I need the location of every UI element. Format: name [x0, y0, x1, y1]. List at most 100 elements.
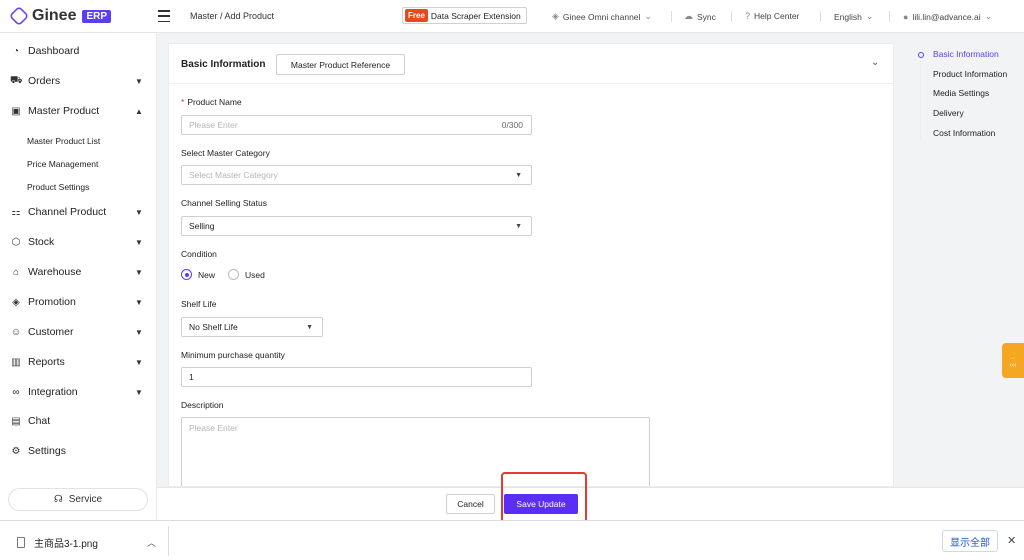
min-qty-label: Minimum purchase quantity [181, 350, 285, 360]
tag-icon: ◈ [12, 296, 20, 308]
download-item[interactable]: 主商品3-1.png [17, 535, 98, 550]
card-header: Basic Information Master Product Referen… [169, 44, 893, 84]
anchor-line [920, 60, 921, 140]
anchor-cost-information[interactable]: Cost Information [933, 128, 995, 138]
min-qty-value: 1 [189, 372, 194, 382]
sidebar-item-warehouse[interactable]: ⌂ Warehouse ▼ [0, 261, 157, 283]
help-center-label: Help Center [754, 11, 800, 21]
chevron-down-icon: ⌄ [865, 11, 874, 21]
sidebar-item-promotion[interactable]: ◈ Promotion ▼ [0, 291, 157, 313]
condition-label: Condition [181, 249, 217, 259]
anchor-delivery[interactable]: Delivery [933, 108, 964, 118]
ginee-logo-icon [8, 5, 30, 27]
chevron-down-icon: ▼ [135, 76, 143, 86]
chevron-down-icon: ▼ [135, 237, 143, 247]
service-button[interactable]: ☊ Service [8, 488, 148, 511]
gear-icon: ⚙ [11, 445, 21, 457]
shelf-life-select[interactable]: No Shelf Life ▼ [181, 317, 323, 337]
anchor-media-settings[interactable]: Media Settings [933, 88, 989, 98]
menu-toggle-icon[interactable] [158, 10, 170, 22]
language-label: English [834, 11, 862, 22]
show-all-button[interactable]: 显示全部 [942, 530, 998, 552]
product-name-input[interactable]: Please Enter 0/300 [181, 115, 532, 135]
logo-badge: ERP [82, 9, 112, 23]
master-category-select[interactable]: Select Master Category ▼ [181, 165, 532, 185]
cart-icon: ⛟ [10, 74, 23, 86]
character-counter: 0/300 [501, 120, 523, 130]
condition-radio-new[interactable]: New [181, 269, 215, 280]
user-icon: ● [903, 11, 909, 22]
sidebar-item-channel-product[interactable]: ⚏ Channel Product ▼ [0, 201, 157, 223]
sidebar-item-stock[interactable]: ⬡ Stock ▼ [0, 231, 157, 253]
chevron-up-icon[interactable]: ︿ [147, 536, 156, 549]
expand-arrows-icon: ‹‹‹ [1009, 362, 1017, 369]
language-dropdown[interactable]: English ⌄ [834, 11, 873, 22]
help-center-link[interactable]: ? Help Center [745, 11, 799, 21]
product-name-placeholder: Please Enter [189, 120, 238, 130]
logo[interactable]: Ginee ERP [8, 5, 112, 27]
diamond-icon: ◈ [552, 11, 559, 21]
user-menu[interactable]: ● lili.lin@advance.ai ⌄ [903, 11, 992, 22]
master-category-label: Select Master Category [181, 148, 270, 158]
anchor-basic-information[interactable]: Basic Information [933, 49, 999, 59]
chat-icon: ▤ [11, 415, 21, 427]
shelf-life-label: Shelf Life [181, 299, 217, 309]
sidebar-item-dashboard[interactable]: ◔ Dashboard [0, 40, 157, 62]
basic-information-card: Basic Information Master Product Referen… [168, 43, 894, 487]
chevron-up-icon: ▲ [135, 106, 143, 116]
radio-unselected-icon [228, 269, 239, 280]
radio-selected-icon [181, 269, 192, 280]
sidebar-item-orders[interactable]: ⛟ Orders ▼ [0, 70, 157, 92]
warehouse-icon: ⌂ [12, 266, 20, 278]
sidebar-item-chat[interactable]: ▤ Chat [0, 410, 157, 432]
sidebar-item-integration[interactable]: ∞ Integration ▼ [0, 381, 157, 403]
omni-channel-label: Ginee Omni channel [562, 11, 641, 22]
download-bar: 主商品3-1.png ︿ 显示全部 ✕ [0, 520, 1024, 560]
caret-down-icon: ▼ [306, 323, 313, 331]
close-icon[interactable]: ✕ [1007, 534, 1016, 547]
sync-label: Sync [697, 11, 716, 22]
description-placeholder: Please Enter [189, 423, 238, 433]
chevron-down-icon: ▼ [135, 207, 143, 217]
headset-icon: ☊ [53, 494, 63, 505]
service-label: Service [68, 494, 103, 505]
sidebar-subitem-price-management[interactable]: Price Management [27, 159, 98, 169]
required-marker: * [181, 97, 185, 107]
file-icon [17, 537, 25, 548]
product-name-label: * Product Name [181, 97, 242, 107]
min-qty-input[interactable]: 1 [181, 367, 532, 387]
collapse-chevron-icon[interactable]: ⌄ [871, 57, 879, 68]
channel-icon: ⚏ [11, 206, 21, 218]
bag-icon: ▣ [11, 105, 21, 117]
active-anchor-dot-icon [918, 52, 924, 58]
sidebar-subitem-product-settings[interactable]: Product Settings [27, 182, 89, 192]
sidebar-subitem-master-product-list[interactable]: Master Product List [27, 136, 100, 146]
master-category-placeholder: Select Master Category [189, 170, 278, 180]
sidebar-item-reports[interactable]: ▥ Reports ▼ [0, 351, 157, 373]
chevron-down-icon: ▼ [135, 387, 143, 397]
condition-radio-used[interactable]: Used [228, 269, 265, 280]
download-divider [168, 526, 169, 556]
sidebar-item-customer[interactable]: ☺ Customer ▼ [0, 321, 157, 343]
anchor-product-information[interactable]: Product Information [933, 69, 1007, 79]
users-icon: ☺ [10, 326, 22, 338]
cancel-button[interactable]: Cancel [446, 494, 495, 514]
floating-helper-tab[interactable]: ☝ ‹‹‹ [1002, 343, 1024, 378]
form-action-bar: Cancel Save Update [157, 487, 1024, 520]
selling-status-select[interactable]: Selling ▼ [181, 216, 532, 236]
logo-text: Ginee [32, 7, 77, 24]
sidebar-item-settings[interactable]: ⚙ Settings [0, 440, 157, 462]
omni-channel-dropdown[interactable]: ◈ Ginee Omni channel ⌄ [552, 11, 652, 22]
sidebar-item-master-product[interactable]: ▣ Master Product ▲ [0, 100, 157, 122]
dashboard-icon: ◔ [12, 45, 20, 57]
cursor-click-icon: ☝ [1008, 353, 1018, 360]
chevron-down-icon: ▼ [135, 357, 143, 367]
bar-chart-icon: ▥ [11, 356, 21, 368]
sync-button[interactable]: ☁ Sync [684, 11, 716, 22]
master-product-reference-button[interactable]: Master Product Reference [276, 54, 405, 75]
breadcrumb: Master / Add Product [190, 11, 275, 21]
data-scraper-extension-button[interactable]: Free Data Scraper Extension [402, 7, 527, 24]
chevron-down-icon: ▼ [135, 297, 143, 307]
free-badge: Free [405, 9, 428, 22]
description-label: Description [181, 400, 224, 410]
